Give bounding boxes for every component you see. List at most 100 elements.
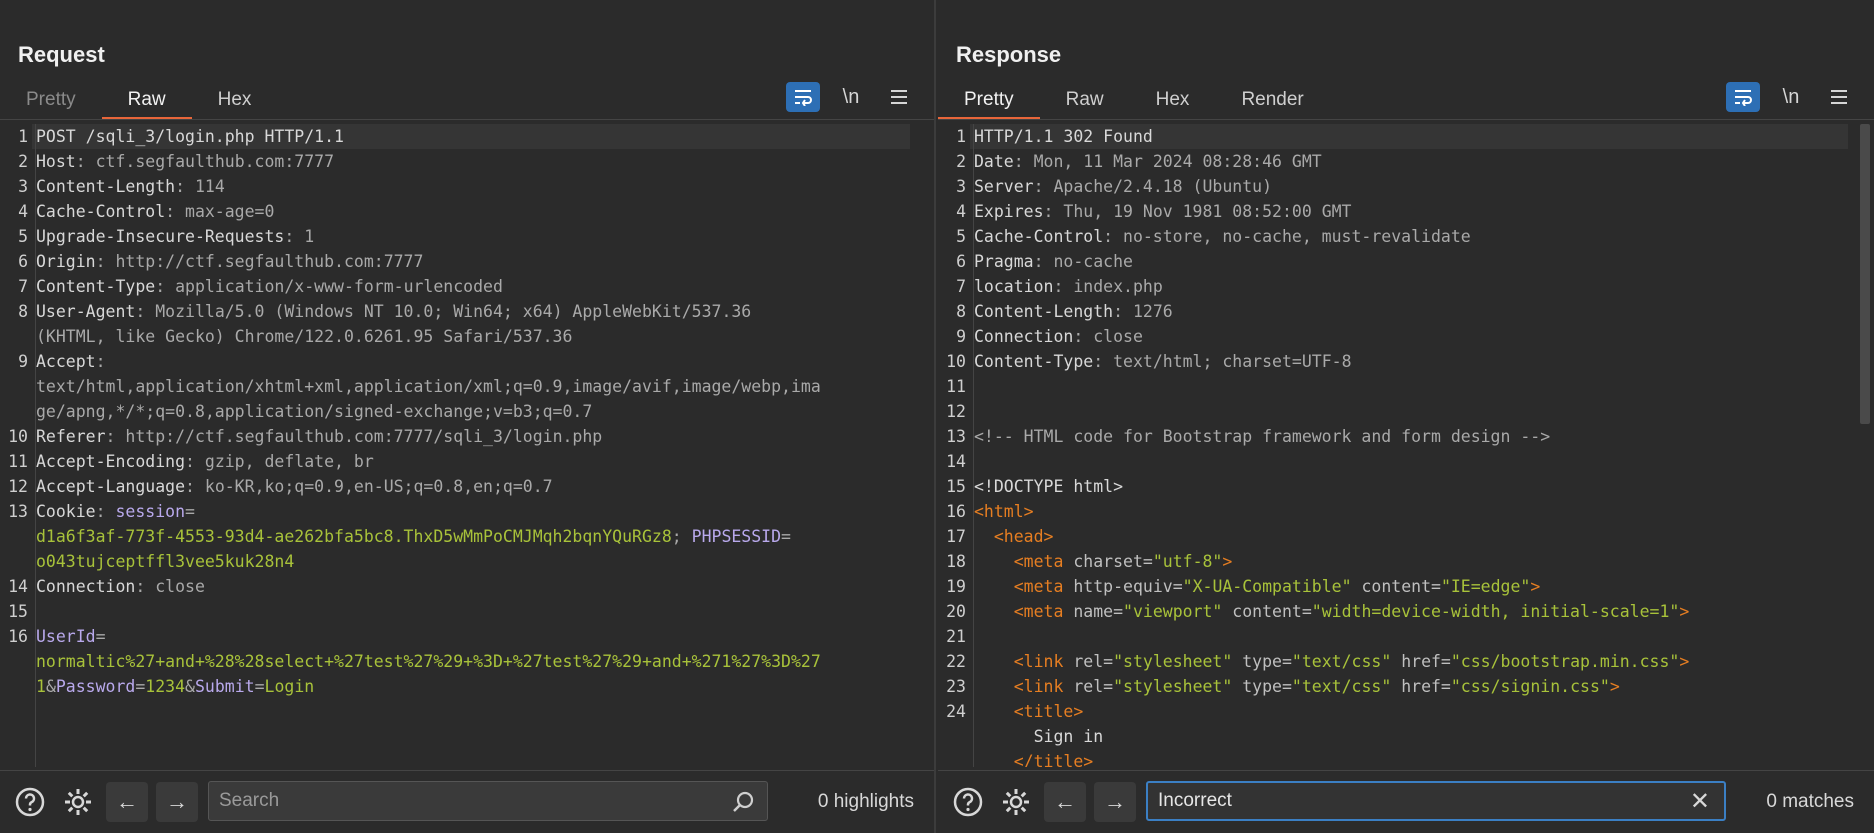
code-line: 01&Password=1234&Submit=Login (0, 674, 934, 699)
response-menu-button[interactable] (1822, 82, 1856, 112)
line-content: <meta name="viewport" content="width=dev… (1013, 602, 1690, 621)
request-wrap-toggle[interactable] (786, 82, 820, 112)
line-content: UserId= (36, 627, 106, 646)
line-number: 9 (956, 327, 966, 346)
code-line: 3 Server: Apache/2.4.18 (Ubuntu) (938, 174, 1874, 199)
line-number: 1 (956, 127, 966, 146)
line-number: 1 (18, 127, 28, 146)
request-editor[interactable]: 1 POST /sqli_3/login.php HTTP/1.1 2 Host: c… (0, 124, 934, 767)
code-line: 12 Accept-Language: ko-KR,ko;q=0.9,en-US;… (0, 474, 934, 499)
code-line: 8 User-Agent: Mozilla/5.0 (Windows NT 10.… (0, 299, 934, 324)
line-number: 6 (956, 252, 966, 271)
code-line: 13 <!-- HTML code for Bootstrap framework… (938, 424, 1874, 449)
gear-icon (65, 789, 91, 815)
request-tab-hex[interactable]: Hex (192, 84, 278, 120)
request-tab-raw[interactable]: Raw (101, 84, 192, 120)
code-line: 14 (938, 449, 1874, 474)
code-line: 11 (938, 374, 1874, 399)
code-line: 0d1a6f3af-773f-4553-93d4-ae262bfa5bc8.Th… (0, 524, 934, 549)
line-content: <!-- HTML code for Bootstrap framework a… (974, 427, 1551, 446)
line-number: 13 (946, 427, 966, 446)
clear-search-icon[interactable]: ✕ (1690, 787, 1710, 816)
request-menu-button[interactable] (882, 82, 916, 112)
line-number: 24 (946, 702, 966, 721)
line-content: </title> (1013, 752, 1094, 767)
code-line: 1 HTTP/1.1 302 Found (938, 124, 1874, 149)
search-icon[interactable] (731, 790, 755, 814)
code-line: 23 <link rel="stylesheet" type="text/css… (938, 674, 1874, 699)
response-newline-toggle[interactable]: \n (1774, 82, 1808, 112)
line-content: Upgrade-Insecure-Requests: 1 (36, 227, 315, 246)
code-line: 18 <meta charset="utf-8"> (938, 549, 1874, 574)
line-content: Connection: close (974, 327, 1143, 346)
code-line: 3 Content-Length: 114 (0, 174, 934, 199)
response-settings-button[interactable] (996, 782, 1036, 822)
line-content: Pragma: no-cache (974, 252, 1133, 271)
code-line: 17 <head> (938, 524, 1874, 549)
response-next-button[interactable]: → (1094, 782, 1136, 822)
line-number: 21 (946, 627, 966, 646)
line-number: 3 (18, 177, 28, 196)
request-newline-toggle[interactable]: \n (834, 82, 868, 112)
code-line: 0normaltic%27+and+%28%28select+%27test%2… (0, 649, 934, 674)
line-number: 11 (8, 452, 28, 471)
line-content: Sign in (974, 727, 1104, 746)
line-number: 5 (18, 227, 28, 246)
code-line: 16 <html> (938, 499, 1874, 524)
request-tab-pretty[interactable]: Pretty (0, 84, 102, 120)
line-content: normaltic%27+and+%28%28select+%27test%27… (36, 652, 821, 671)
response-tab-pretty[interactable]: Pretty (938, 84, 1040, 120)
request-next-button[interactable]: → (156, 782, 198, 822)
response-wrap-toggle[interactable] (1726, 82, 1760, 112)
line-content: <head> (993, 527, 1054, 546)
line-number: 5 (956, 227, 966, 246)
line-content: o043tujceptffl3vee5kuk28n4 (36, 552, 295, 571)
line-content: Host: ctf.segfaulthub.com:7777 (36, 152, 335, 171)
response-help-button[interactable] (948, 782, 988, 822)
line-number: 17 (946, 527, 966, 546)
code-line: 6 Pragma: no-cache (938, 249, 1874, 274)
line-content: POST /sqli_3/login.php HTTP/1.1 (32, 124, 910, 149)
line-content: <link rel="stylesheet" type="text/css" h… (1013, 677, 1620, 696)
line-number: 8 (18, 302, 28, 321)
response-prev-button[interactable]: ← (1044, 782, 1086, 822)
line-number: 22 (946, 652, 966, 671)
response-editor[interactable]: 1 HTTP/1.1 302 Found 2 Date: Mon, 11 Mar 20… (938, 124, 1874, 767)
line-content: (KHTML, like Gecko) Chrome/122.0.6261.95… (36, 327, 573, 346)
response-scrollbar[interactable] (1860, 124, 1870, 424)
line-number: 16 (946, 502, 966, 521)
request-help-button[interactable] (10, 782, 50, 822)
request-settings-button[interactable] (58, 782, 98, 822)
request-search-bar: ← → 0 highlights (0, 770, 934, 833)
line-content: Content-Length: 1276 (974, 302, 1173, 321)
line-content: HTTP/1.1 302 Found (970, 124, 1848, 149)
code-line: 5 Cache-Control: no-store, no-cache, must… (938, 224, 1874, 249)
request-search-input[interactable] (209, 782, 767, 820)
line-content: <html> (974, 502, 1034, 521)
line-content: Accept-Language: ko-KR,ko;q=0.9,en-US;q=… (36, 477, 553, 496)
line-content: location: index.php (974, 277, 1163, 296)
line-content: <meta http-equiv="X-UA-Compatible" conte… (1013, 577, 1541, 596)
code-line: 7 Content-Type: application/x-www-form-ur… (0, 274, 934, 299)
response-title: Response (956, 42, 1062, 67)
line-content: Cache-Control: no-store, no-cache, must-… (974, 227, 1471, 246)
response-tab-render[interactable]: Render (1215, 84, 1329, 120)
code-line: 8 Content-Length: 1276 (938, 299, 1874, 324)
code-line: 22 <link rel="stylesheet" type="text/css… (938, 649, 1874, 674)
response-search-input[interactable] (1148, 783, 1724, 819)
response-tab-hex[interactable]: Hex (1130, 84, 1216, 120)
code-line: 11 Accept-Encoding: gzip, deflate, br (0, 449, 934, 474)
line-number: 3 (956, 177, 966, 196)
line-number: 19 (946, 577, 966, 596)
code-line: 0 </title> (938, 749, 1874, 767)
line-number: 15 (8, 602, 28, 621)
request-prev-button[interactable]: ← (106, 782, 148, 822)
line-content: <meta charset="utf-8"> (1013, 552, 1233, 571)
code-line: 2 Host: ctf.segfaulthub.com:7777 (0, 149, 934, 174)
response-tab-raw[interactable]: Raw (1040, 84, 1130, 120)
code-line: 14 Connection: close (0, 574, 934, 599)
line-content: ge/apng,*/*;q=0.8,application/signed-exc… (36, 402, 593, 421)
help-icon (15, 787, 45, 817)
code-line: 1 POST /sqli_3/login.php HTTP/1.1 (0, 124, 934, 149)
arrow-left-icon: ← (116, 789, 138, 814)
